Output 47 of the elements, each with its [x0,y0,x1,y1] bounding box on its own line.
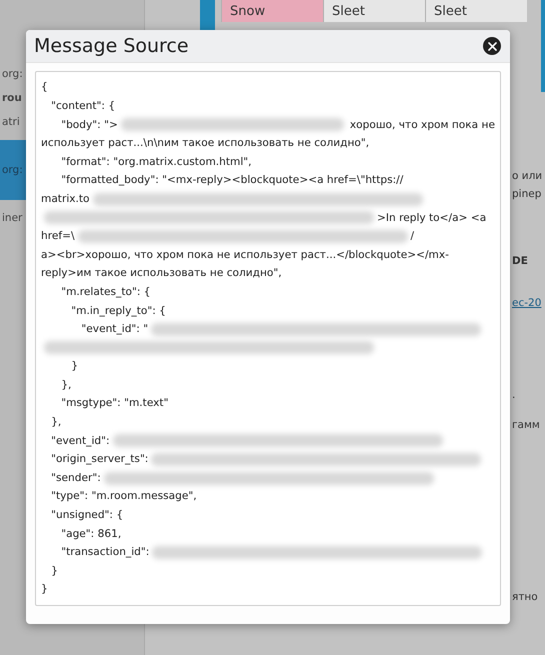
sidebar-item[interactable]: atri [2,116,20,128]
code-text: a><br>хорошо, что хром пока не использует раст...</blockquote></mx- [41,248,449,263]
close-icon [488,42,496,51]
code-text: } [41,582,48,598]
heading: DE [512,255,529,267]
message-text: ятно [512,591,539,603]
code-text: "event_id": [50,434,110,449]
code-text: "formatted_body": "<mx-reply><blockquote><a href=\"https:// [60,173,404,188]
code-text: "sender": [50,470,101,486]
weather-cell: Snow [221,0,323,22]
code-text: "unsigned": { [50,508,124,524]
code-text: "origin_server_ts": [50,452,148,468]
sidebar-item[interactable]: rou [2,92,22,104]
code-text: "body": "> [60,118,118,133]
close-button[interactable] [483,37,501,56]
code-text: / [410,229,414,244]
code-text: href=\ [41,229,75,244]
message-text: о или [512,170,544,182]
weather-cell: Sleet [425,0,527,22]
link[interactable]: ec-20 [512,297,545,309]
code-text: "event_id": " [80,322,148,338]
code-text: }, [60,378,72,393]
code-text: использует раст...\n\nим такое использовать не солидно", [41,136,370,152]
code-text: "m.in_reply_to": { [70,304,166,318]
code-text: "msgtype": "m.text" [60,396,168,412]
code-text: reply>им такое использовать не солидно", [41,266,282,282]
code-text: "content": { [50,98,116,114]
code-text: }, [50,415,62,430]
dialog-title: Message Source [34,35,189,58]
code-text: { [41,80,48,96]
code-text: хорошо, что хром пока не [348,118,495,133]
code-text: } [70,359,78,374]
code-text: "type": "m.room.message", [50,489,197,504]
message-text: гамм [512,419,541,431]
weather-cell: Sleet [323,0,425,22]
sidebar-item[interactable]: org: [2,68,23,80]
code-text: "age": 861, [60,526,122,542]
code-text: >In reply to</a> <a [377,210,486,226]
code-text: matrix.to [41,192,90,207]
message-text: pinep [512,188,542,200]
code-text: "format": "org.matrix.custom.html", [60,154,252,170]
code-text: "m.relates_to": { [60,284,151,300]
code-text: "transaction_id": [60,545,150,560]
code-text: } [50,564,58,579]
message-text: . [512,389,516,401]
sidebar-item[interactable]: org: [2,164,23,176]
sidebar-item[interactable]: iner [2,212,22,224]
